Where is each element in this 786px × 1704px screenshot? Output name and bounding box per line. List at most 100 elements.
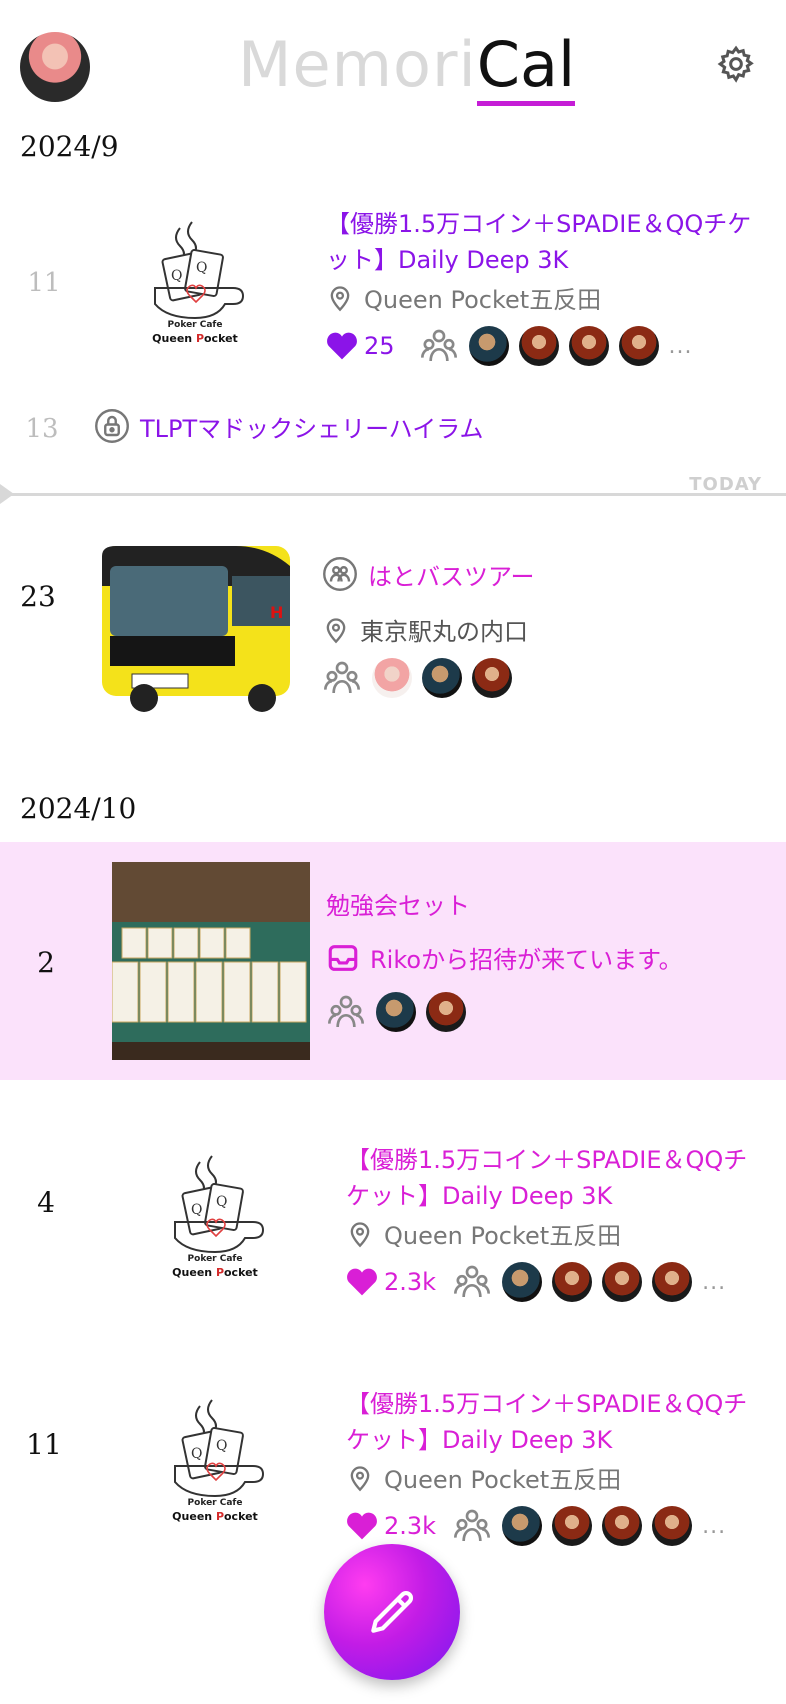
participant-avatar[interactable] xyxy=(652,1262,693,1302)
participant-avatar[interactable] xyxy=(552,1262,593,1302)
participant-avatar[interactable] xyxy=(468,326,509,366)
logo-caption: Poker Cafe xyxy=(187,1498,243,1508)
participant-avatar[interactable] xyxy=(602,1506,643,1546)
participant-avatar[interactable] xyxy=(426,992,466,1032)
logo-name-part: ocket xyxy=(224,1510,258,1523)
heart-icon xyxy=(347,1268,377,1296)
group-icon xyxy=(324,661,360,694)
event-day: 2 xyxy=(37,946,55,979)
event-social-row: 25 ... xyxy=(326,326,693,366)
logo-text-cal: Cal xyxy=(476,28,576,106)
location-pin-icon xyxy=(350,1465,370,1491)
location-text: 東京駅丸の内口 xyxy=(360,618,528,646)
participant-avatar[interactable] xyxy=(652,1506,693,1546)
logo-name-part: ocket xyxy=(204,332,238,345)
heart-icon xyxy=(327,332,357,360)
like-button[interactable]: 2.3k xyxy=(346,1267,436,1297)
svg-text:Q: Q xyxy=(216,1194,227,1210)
event-title[interactable]: 勉強会セット xyxy=(326,886,470,921)
like-button[interactable]: 25 xyxy=(326,331,395,361)
event-title[interactable]: 【優勝1.5万コイン＋SPADIE＆QQチケット】Daily Deep 3K xyxy=(346,1386,766,1458)
event-title: はとバスツアー xyxy=(368,562,535,591)
poker-cafe-logo[interactable]: Q Q Poker Cafe Queen Pocket xyxy=(160,1386,270,1530)
event-social-row: 2.3k ... xyxy=(346,1506,726,1546)
poker-cafe-logo[interactable]: Q Q Poker Cafe Queen Pocket xyxy=(140,208,250,352)
participant-avatar[interactable] xyxy=(568,326,609,366)
event-social-row: 2.3k ... xyxy=(346,1262,726,1302)
event-day: 23 xyxy=(20,580,56,613)
logo-name-part: Queen xyxy=(172,1510,216,1523)
svg-text:H: H xyxy=(270,603,283,622)
more-participants[interactable]: ... xyxy=(702,1270,726,1295)
settings-button[interactable] xyxy=(716,44,756,84)
lock-icon xyxy=(95,409,129,443)
event-day: 4 xyxy=(37,1186,55,1219)
event-title[interactable]: 【優勝1.5万コイン＋SPADIE＆QQチケット】Daily Deep 3K xyxy=(346,1142,766,1214)
participant-avatar[interactable] xyxy=(376,992,416,1032)
event-day: 13 xyxy=(25,414,59,444)
logo-name-part: P xyxy=(215,1266,224,1279)
group-icon xyxy=(420,329,457,362)
today-label: TODAY xyxy=(689,474,762,495)
bus-photo[interactable]: H xyxy=(102,526,290,714)
poker-cafe-logo[interactable]: Q Q Poker Cafe Queen Pocket xyxy=(160,1142,270,1286)
gear-icon xyxy=(717,45,754,83)
event-location: Queen Pocket五反田 xyxy=(326,280,601,315)
like-button[interactable]: 2.3k xyxy=(346,1511,436,1541)
participant-avatar[interactable] xyxy=(422,658,462,698)
participant-avatar[interactable] xyxy=(502,1262,543,1302)
bus-image: H xyxy=(102,526,290,714)
logo-text-memori: Memori xyxy=(238,28,477,101)
event-location: 東京駅丸の内口 xyxy=(322,612,528,647)
logo-name-part: P xyxy=(215,1510,224,1523)
participant-avatar[interactable] xyxy=(518,326,559,366)
svg-text:Q: Q xyxy=(216,1438,227,1454)
logo-caption: Poker Cafe xyxy=(167,320,223,330)
svg-text:Q: Q xyxy=(191,1446,202,1462)
participant-avatar[interactable] xyxy=(552,1506,593,1546)
event-day: 11 xyxy=(27,268,61,298)
participant-avatar[interactable] xyxy=(618,326,659,366)
event-title[interactable]: 【優勝1.5万コイン＋SPADIE＆QQチケット】Daily Deep 3K xyxy=(326,206,766,278)
logo-name: Queen Pocket xyxy=(140,332,250,345)
new-event-button[interactable] xyxy=(324,1544,460,1680)
location-text: Queen Pocket五反田 xyxy=(364,286,602,314)
participant-avatar[interactable] xyxy=(602,1262,643,1302)
event-location: Queen Pocket五反田 xyxy=(346,1216,621,1251)
more-participants[interactable]: ... xyxy=(702,1514,726,1539)
svg-text:Q: Q xyxy=(171,268,182,284)
logo-name-part: P xyxy=(195,332,204,345)
svg-text:Q: Q xyxy=(191,1202,202,1218)
event-social-row xyxy=(326,992,466,1032)
pencil-icon xyxy=(371,1590,414,1633)
like-count: 2.3k xyxy=(384,1268,437,1296)
group-icon xyxy=(454,1265,491,1298)
private-event[interactable]: TLPTマドックシェリーハイラム xyxy=(94,408,483,444)
group-icon xyxy=(328,995,364,1028)
profile-avatar[interactable] xyxy=(20,32,90,102)
group-event-icon xyxy=(323,557,357,591)
location-pin-icon xyxy=(326,617,346,643)
heart-icon xyxy=(347,1512,377,1540)
participant-avatar[interactable] xyxy=(372,658,412,698)
logo-name-part: Queen xyxy=(152,332,196,345)
group-event-title-row[interactable]: はとバスツアー xyxy=(322,556,535,592)
invite-notice[interactable]: Rikoから招待が来ています。 xyxy=(326,940,683,975)
mahjong-photo[interactable] xyxy=(112,862,310,1060)
logo-caption: Poker Cafe xyxy=(187,1254,243,1264)
location-text: Queen Pocket五反田 xyxy=(384,1466,622,1494)
participant-avatar[interactable] xyxy=(472,658,512,698)
month-header: 2024/9 xyxy=(20,130,119,163)
inbox-icon xyxy=(328,944,358,971)
location-pin-icon xyxy=(350,1221,370,1247)
app-logo: MemoriCal xyxy=(238,28,576,108)
more-participants[interactable]: ... xyxy=(669,334,693,359)
event-location: Queen Pocket五反田 xyxy=(346,1460,621,1495)
like-count: 25 xyxy=(364,332,395,360)
invite-text: Rikoから招待が来ています。 xyxy=(370,946,683,974)
event-social-row xyxy=(322,658,512,698)
location-text: Queen Pocket五反田 xyxy=(384,1222,622,1250)
participant-avatar[interactable] xyxy=(502,1506,543,1546)
logo-name: Queen Pocket xyxy=(160,1510,270,1523)
today-divider xyxy=(0,493,786,496)
